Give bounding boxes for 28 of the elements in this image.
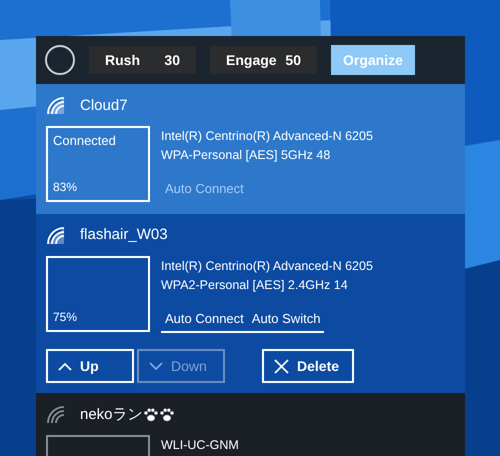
adapter-text: WLI-UC-GNM <box>161 437 239 454</box>
adapter-text: Intel(R) Centrino(R) Advanced-N 6205 <box>161 258 373 275</box>
delete-button[interactable]: Delete <box>262 349 354 383</box>
signal-percent: 75% <box>53 308 78 326</box>
option-toggle[interactable]: Auto Switch <box>248 308 324 333</box>
status-label: Connected <box>53 132 117 150</box>
counter-button[interactable]: Engage 50 <box>210 46 317 74</box>
network-item[interactable]: nekoラン WLI-UC-GNM <box>36 393 465 456</box>
option-toggle[interactable]: Auto Connect <box>161 308 248 333</box>
security-text: WPA-Personal [AES] 5GHz 48 <box>161 147 332 164</box>
network-name: Cloud7 <box>80 96 128 116</box>
up-button[interactable]: Up <box>46 349 134 383</box>
counter-label: Rush <box>105 50 140 70</box>
signal-percent: 83% <box>53 179 78 196</box>
close-icon <box>274 358 289 374</box>
counter-value: 30 <box>164 50 180 70</box>
security-text: WPA2-Personal [AES] 2.4GHz 14 <box>161 276 349 294</box>
adapter-text: Intel(R) Centrino(R) Advanced-N 6205 <box>161 128 373 145</box>
network-item[interactable]: Cloud7 Connected 83% Intel(R) Centrino(R) Advanced-N 6205 WPA-Personal [AES] 5GHz 48 Auto Connect <box>36 84 465 214</box>
counter-label: Engage <box>226 50 277 70</box>
network-name: nekoラン <box>80 404 143 425</box>
counter-value: 50 <box>285 50 301 70</box>
chevron-down-icon <box>149 362 163 370</box>
chevron-up-icon <box>58 362 72 370</box>
counter-button[interactable]: Rush 30 <box>89 46 196 74</box>
paw-icon <box>158 407 175 423</box>
network-name: flashair_W03 <box>80 225 168 246</box>
paw-icon <box>142 407 159 423</box>
